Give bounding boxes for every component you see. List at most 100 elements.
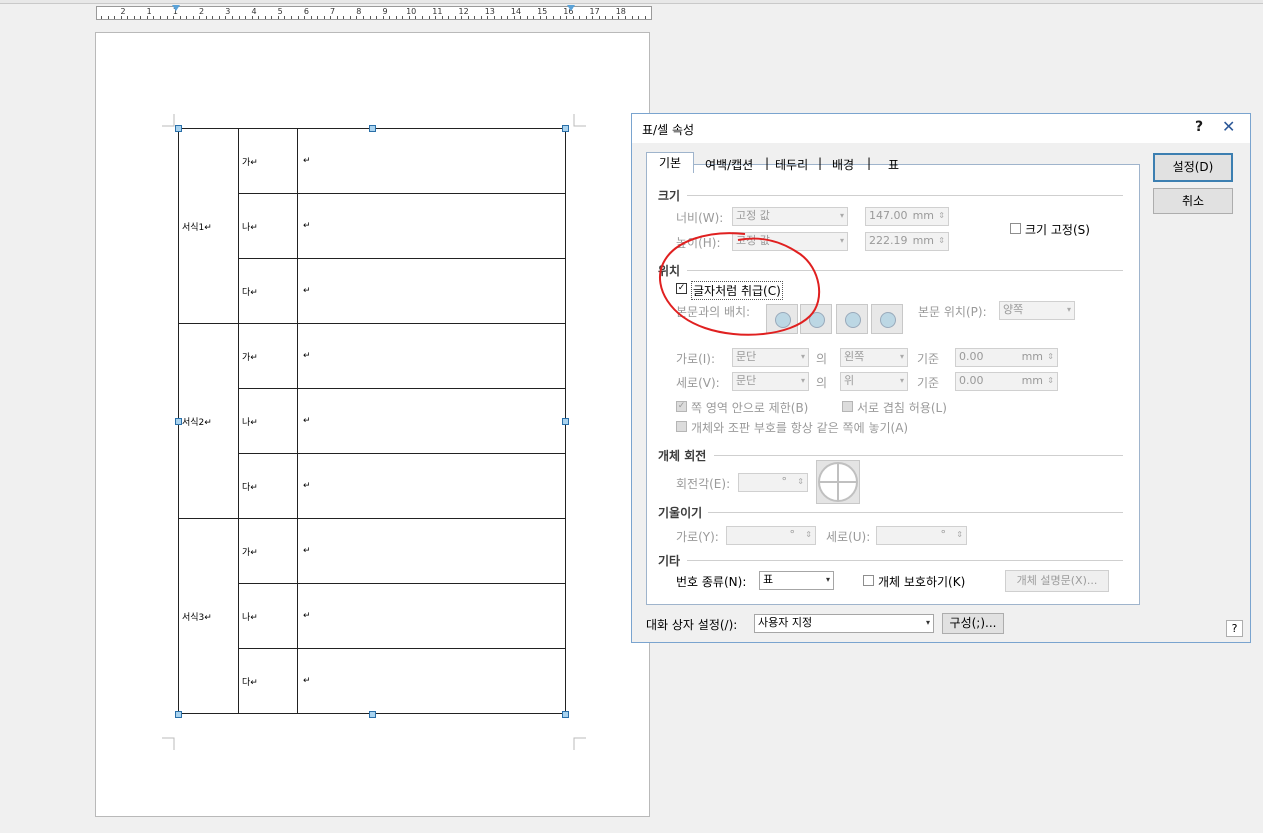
sub-label-cell[interactable]: 나↵ <box>238 193 298 259</box>
protect-object-checkbox[interactable] <box>863 575 874 586</box>
context-help-icon[interactable]: ? <box>1226 620 1243 637</box>
vertical-align-select[interactable]: 위 ▾ <box>840 372 908 391</box>
width-mode-select[interactable]: 고정 값 ▾ <box>732 207 848 226</box>
fixed-size-checkbox[interactable] <box>1010 223 1021 234</box>
content-cell[interactable]: ↵ <box>297 518 566 584</box>
limit-page-checkbox[interactable]: ✓ <box>676 401 687 412</box>
sub-label-cell[interactable]: 다↵ <box>238 258 298 324</box>
body-position-select[interactable]: 양쪽 ▾ <box>999 301 1075 320</box>
section-rotation-heading: 개체 회전 <box>658 449 707 463</box>
ruler-tick <box>238 16 240 19</box>
fixed-size-label[interactable]: 크기 고정(S) <box>1025 221 1090 238</box>
limit-page-label: 쪽 영역 안으로 제한(B) <box>691 401 809 415</box>
wrap-front-button[interactable] <box>871 304 903 334</box>
table-resize-handle[interactable] <box>369 125 376 132</box>
document-table[interactable]: 서식1↵ 가↵ ↵ 나↵ ↵ 다↵ ↵ 서식2↵ 가↵ ↵ 나↵ ↵ 다↵ ↵ 서식3↵ 가↵ ↵ 나↵ ↵ 다↵ ↵ <box>178 128 566 714</box>
rotation-dial-icon[interactable] <box>816 460 860 504</box>
tab-basic[interactable]: 기본 <box>646 152 694 173</box>
overlap-checkbox[interactable] <box>842 401 853 412</box>
tab-separator: | <box>818 156 823 170</box>
indent-marker-icon[interactable] <box>172 5 180 11</box>
horizontal-align-select[interactable]: 왼쪽 ▾ <box>840 348 908 367</box>
indent-marker-icon[interactable] <box>567 5 575 11</box>
horizontal-value-input[interactable]: 0.00 mm ⇕ <box>955 348 1058 367</box>
content-cell[interactable]: ↵ <box>297 388 566 454</box>
content-cell[interactable]: ↵ <box>297 193 566 259</box>
vertical-ref-select[interactable]: 문단 ▾ <box>732 372 809 391</box>
ruler-tick <box>284 16 286 19</box>
ruler-tick-label: 17 <box>589 7 600 16</box>
numbering-select[interactable]: 표 ▾ <box>759 571 834 590</box>
sub-label-cell[interactable]: 가↵ <box>238 323 298 389</box>
ruler-tick <box>336 16 338 19</box>
horizontal-unit: mm <box>1021 350 1043 363</box>
horizontal-ref-select[interactable]: 문단 ▾ <box>732 348 809 367</box>
ruler-tick-label: 6 <box>303 7 309 16</box>
cancel-button[interactable]: 취소 <box>1153 188 1233 214</box>
compose-button[interactable]: 구성(;)... <box>942 613 1004 634</box>
content-cell[interactable]: ↵ <box>297 453 566 519</box>
table-resize-handle[interactable] <box>369 711 376 718</box>
sub-label-cell[interactable]: 나↵ <box>238 388 298 454</box>
skew-vertical-input[interactable]: ° ⇕ <box>876 526 967 545</box>
sub-label-cell[interactable]: 다↵ <box>238 453 298 519</box>
content-cell[interactable]: ↵ <box>297 128 566 194</box>
table-resize-handle[interactable] <box>562 418 569 425</box>
horizontal-align-value: 왼쪽 <box>844 350 865 363</box>
form-label-cell[interactable]: 서식3↵ <box>178 518 239 714</box>
spinner-icon: ⇕ <box>938 236 945 245</box>
sub-label-cell[interactable]: 가↵ <box>238 518 298 584</box>
vertical-value-input[interactable]: 0.00 mm ⇕ <box>955 372 1058 391</box>
table-resize-handle[interactable] <box>175 125 182 132</box>
ruler-tick-label: 10 <box>406 7 417 16</box>
table-resize-handle[interactable] <box>175 711 182 718</box>
skew-horizontal-input[interactable]: ° ⇕ <box>726 526 816 545</box>
close-button[interactable]: ✕ <box>1222 117 1235 136</box>
ruler-tick-label: 4 <box>251 7 257 16</box>
width-value-input[interactable]: 147.00 mm ⇕ <box>865 207 949 226</box>
content-cell[interactable]: ↵ <box>297 583 566 649</box>
tab-border[interactable]: 테두리 <box>775 156 808 173</box>
ruler-tick <box>159 16 161 19</box>
tab-margin-caption[interactable]: 여백/캡션 <box>705 156 753 173</box>
table-resize-handle[interactable] <box>562 711 569 718</box>
form-label-cell[interactable]: 서식2↵ <box>178 323 239 519</box>
dialog-setting-select[interactable]: 사용자 지정 ▾ <box>754 614 934 633</box>
table-row[interactable]: 서식3↵ 가↵ ↵ <box>178 518 566 714</box>
form-label-cell[interactable]: 서식1↵ <box>178 128 239 324</box>
sub-label-cell[interactable]: 다↵ <box>238 648 298 714</box>
table-resize-handle[interactable] <box>175 418 182 425</box>
protect-object-label[interactable]: 개체 보호하기(K) <box>878 573 965 590</box>
section-divider <box>687 195 1123 196</box>
height-value-input[interactable]: 222.19 mm ⇕ <box>865 232 949 251</box>
tab-table[interactable]: 표 <box>888 156 899 173</box>
horizontal-ruler[interactable]: 2 1 1 2 3 4 5 6 7 8 9 10 11 12 13 14 15 16 17 18 <box>96 5 652 20</box>
ruler-tick <box>153 16 155 19</box>
ruler-tick <box>330 16 332 19</box>
content-cell[interactable]: ↵ <box>297 258 566 324</box>
table-row[interactable]: 서식2↵ 가↵ ↵ <box>178 323 566 519</box>
wrap-behind-button[interactable] <box>836 304 868 334</box>
ruler-tick <box>408 16 410 19</box>
table-cell-properties-dialog[interactable]: 표/셀 속성 ? ✕ 기본 여백/캡션 | 테두리 | 배경 | 표 설정(D)… <box>631 113 1251 643</box>
body-position-value: 양쪽 <box>1003 303 1024 316</box>
sub-label-cell[interactable]: 나↵ <box>238 583 298 649</box>
help-button[interactable]: ? <box>1195 119 1203 135</box>
sub-label-cell[interactable]: 가↵ <box>238 128 298 194</box>
ruler-tick <box>618 16 620 19</box>
ok-button[interactable]: 설정(D) <box>1153 153 1233 182</box>
table-row[interactable]: 서식1↵ 가↵ ↵ <box>178 128 566 324</box>
object-description-button[interactable]: 개체 설명문(X)... <box>1005 570 1109 592</box>
same-page-checkbox[interactable] <box>676 421 687 432</box>
ruler-tick <box>579 16 581 19</box>
ruler-tick <box>494 16 495 19</box>
tab-background[interactable]: 배경 <box>832 156 854 173</box>
spinner-icon: ⇕ <box>797 477 804 486</box>
dialog-title-bar[interactable]: 표/셀 속성 ? ✕ <box>632 114 1250 143</box>
ruler-tick <box>277 16 279 19</box>
content-cell[interactable]: ↵ <box>297 323 566 389</box>
rotation-angle-input[interactable]: ° ⇕ <box>738 473 808 492</box>
red-circle-annotation <box>659 232 820 336</box>
table-resize-handle[interactable] <box>562 125 569 132</box>
content-cell[interactable]: ↵ <box>297 648 566 714</box>
